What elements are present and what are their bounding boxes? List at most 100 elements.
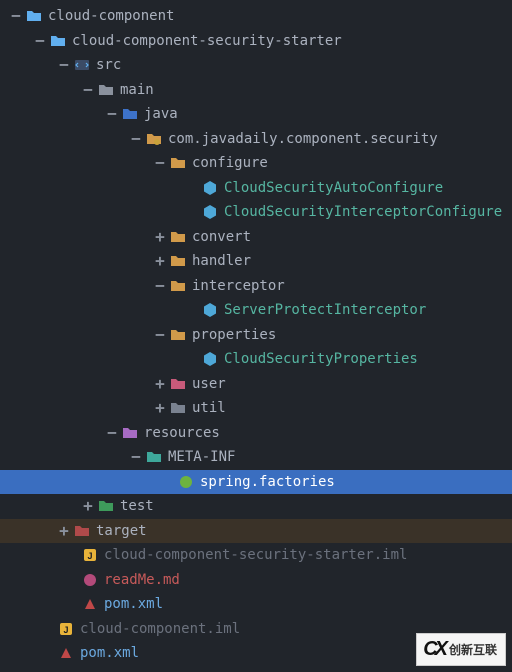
tree-label: resources xyxy=(142,425,220,441)
collapse-icon[interactable]: − xyxy=(32,33,48,49)
tree-label: properties xyxy=(190,327,276,343)
package-icon xyxy=(168,253,188,269)
tree-label: spring.factories xyxy=(198,474,335,490)
tree-row-interceptor-configure[interactable]: CloudSecurityInterceptorConfigure xyxy=(0,200,512,225)
tree-label: cloud-component.iml xyxy=(78,621,240,637)
tree-label: util xyxy=(190,400,226,416)
collapse-icon[interactable]: − xyxy=(128,131,144,147)
tree-row-resources[interactable]: − resources xyxy=(0,421,512,446)
resources-folder-icon xyxy=(120,425,140,441)
tree-row-user[interactable]: + user xyxy=(0,372,512,397)
tree-label: readMe.md xyxy=(102,572,180,588)
folder-icon xyxy=(96,82,116,98)
tree-row-server-protect[interactable]: ServerProtectInterceptor xyxy=(0,298,512,323)
svg-text:J: J xyxy=(63,625,68,635)
tree-label: pom.xml xyxy=(102,596,163,612)
tree-label: main xyxy=(118,82,154,98)
class-icon xyxy=(200,351,220,367)
tree-label: configure xyxy=(190,155,268,171)
tree-row-convert[interactable]: + convert xyxy=(0,225,512,250)
tree-row-properties[interactable]: − properties xyxy=(0,323,512,348)
package-icon xyxy=(144,131,164,147)
expand-icon[interactable]: + xyxy=(56,523,72,539)
tree-label: ServerProtectInterceptor xyxy=(222,302,426,318)
package-icon xyxy=(168,327,188,343)
module-icon xyxy=(72,57,92,73)
collapse-icon[interactable]: − xyxy=(152,327,168,343)
class-icon xyxy=(200,180,220,196)
tree-label: cloud-component-security-starter.iml xyxy=(102,547,407,563)
tree-row-package[interactable]: − com.javadaily.component.security xyxy=(0,127,512,152)
maven-icon xyxy=(56,645,76,661)
tree-label: test xyxy=(118,498,154,514)
tree-row-readme[interactable]: readMe.md xyxy=(0,568,512,593)
watermark-logo: CX 创新互联 xyxy=(416,633,506,666)
collapse-icon[interactable]: − xyxy=(128,449,144,465)
collapse-icon[interactable]: − xyxy=(152,278,168,294)
tree-row-spring-factories[interactable]: spring.factories xyxy=(0,470,512,495)
package-icon xyxy=(168,400,188,416)
tree-label: src xyxy=(94,57,121,73)
package-icon xyxy=(168,155,188,171)
excluded-folder-icon xyxy=(72,523,92,539)
tree-row-meta-inf[interactable]: − META-INF xyxy=(0,445,512,470)
expand-icon[interactable]: + xyxy=(152,253,168,269)
tree-label: java xyxy=(142,106,178,122)
tree-row-cloud-sec-props[interactable]: CloudSecurityProperties xyxy=(0,347,512,372)
expand-icon[interactable]: + xyxy=(152,400,168,416)
tree-row-target[interactable]: + target xyxy=(0,519,512,544)
logo-text: 创新互联 xyxy=(449,641,497,658)
svg-text:J: J xyxy=(87,551,92,561)
tree-label: CloudSecurityInterceptorConfigure xyxy=(222,204,502,220)
package-icon xyxy=(168,278,188,294)
tree-label: convert xyxy=(190,229,251,245)
expand-icon[interactable]: + xyxy=(152,376,168,392)
collapse-icon[interactable]: − xyxy=(104,106,120,122)
tree-label: target xyxy=(94,523,147,539)
tree-row-starter[interactable]: − cloud-component-security-starter xyxy=(0,29,512,54)
tree-label: cloud-component-security-starter xyxy=(70,33,342,49)
tree-row-main[interactable]: − main xyxy=(0,78,512,103)
tree-row-configure[interactable]: − configure xyxy=(0,151,512,176)
expand-icon[interactable]: + xyxy=(152,229,168,245)
tree-row-util[interactable]: + util xyxy=(0,396,512,421)
markdown-icon xyxy=(80,572,100,588)
tree-label: interceptor xyxy=(190,278,285,294)
source-folder-icon xyxy=(120,106,140,122)
tree-row-src[interactable]: − src xyxy=(0,53,512,78)
tree-label: CloudSecurityAutoConfigure xyxy=(222,180,443,196)
tree-row-pom-starter[interactable]: pom.xml xyxy=(0,592,512,617)
class-icon xyxy=(200,204,220,220)
tree-row-cloud-component[interactable]: − cloud-component xyxy=(0,4,512,29)
collapse-icon[interactable]: − xyxy=(80,82,96,98)
package-icon xyxy=(168,229,188,245)
collapse-icon[interactable]: − xyxy=(152,155,168,171)
tree-label: user xyxy=(190,376,226,392)
package-icon xyxy=(168,376,188,392)
tree-label: CloudSecurityProperties xyxy=(222,351,418,367)
tree-label: handler xyxy=(190,253,251,269)
tree-label: com.javadaily.component.security xyxy=(166,131,438,147)
collapse-icon[interactable]: − xyxy=(104,425,120,441)
tree-row-autoconfigure[interactable]: CloudSecurityAutoConfigure xyxy=(0,176,512,201)
tree-label: cloud-component xyxy=(46,8,174,24)
expand-icon[interactable]: + xyxy=(80,498,96,514)
collapse-icon[interactable]: − xyxy=(56,57,72,73)
test-folder-icon xyxy=(96,498,116,514)
logo-mark: CX xyxy=(423,638,445,661)
folder-icon xyxy=(24,8,44,24)
tree-row-test[interactable]: + test xyxy=(0,494,512,519)
tree-row-iml-starter[interactable]: J cloud-component-security-starter.iml xyxy=(0,543,512,568)
tree-label: pom.xml xyxy=(78,645,139,661)
tree-label: META-INF xyxy=(166,449,235,465)
tree-row-interceptor[interactable]: − interceptor xyxy=(0,274,512,299)
spring-icon xyxy=(176,474,196,490)
collapse-icon[interactable]: − xyxy=(8,8,24,24)
folder-icon xyxy=(144,449,164,465)
maven-icon xyxy=(80,596,100,612)
folder-icon xyxy=(48,33,68,49)
idea-module-icon: J xyxy=(56,621,76,637)
tree-row-handler[interactable]: + handler xyxy=(0,249,512,274)
tree-row-java[interactable]: − java xyxy=(0,102,512,127)
idea-module-icon: J xyxy=(80,547,100,563)
